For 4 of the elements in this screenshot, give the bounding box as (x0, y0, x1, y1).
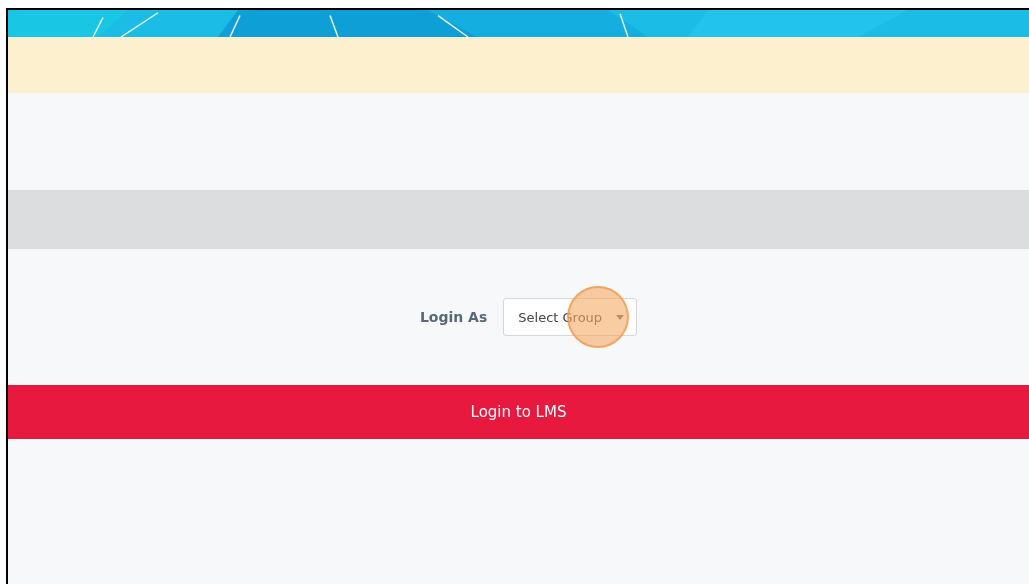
group-select[interactable]: Select Group (503, 298, 638, 336)
login-as-label: Login As (419, 309, 488, 325)
login-button[interactable]: Login to LMS (8, 385, 1029, 439)
caret-icon (616, 314, 625, 320)
